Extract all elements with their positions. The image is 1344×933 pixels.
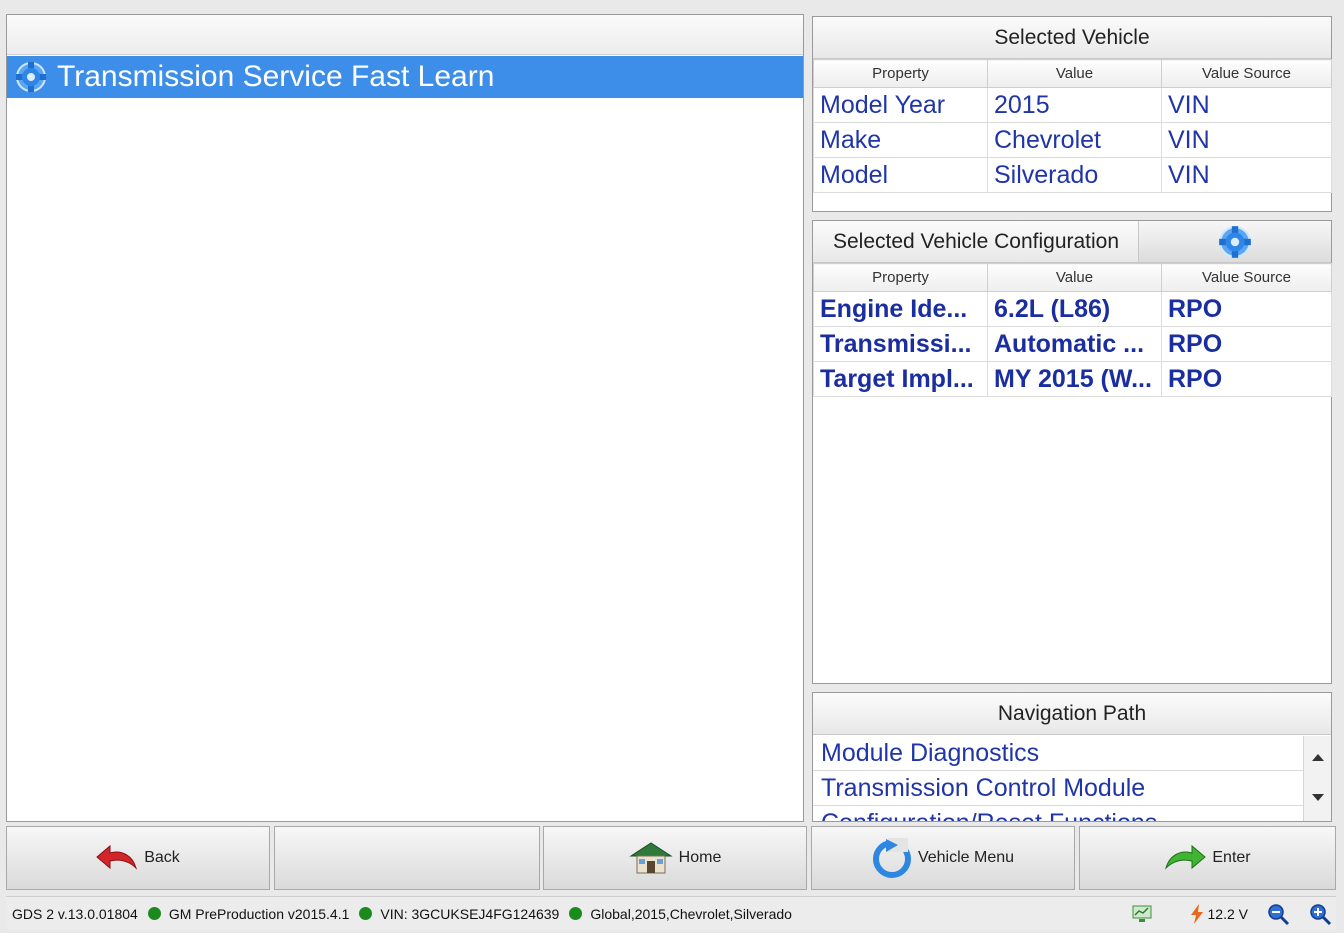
cell-property: Model [813, 157, 988, 193]
status-tray: 12.2 V [1114, 897, 1332, 931]
vehicle-menu-label: Vehicle Menu [917, 849, 1015, 866]
voltage-value: 12.2 V [1207, 906, 1248, 922]
cell-source: RPO [1161, 326, 1332, 362]
panel-title: Selected Vehicle [813, 17, 1331, 59]
column-header-property[interactable]: Property [813, 263, 988, 292]
vehicle-configuration-table: Property Value Value Source Engine Ide..… [813, 263, 1332, 397]
function-list: Transmission Service Fast Learn [6, 14, 804, 822]
cell-source: RPO [1161, 361, 1332, 397]
connection-icon[interactable] [1132, 905, 1152, 923]
navigation-path-scrollbar[interactable] [1303, 736, 1331, 821]
edit-configuration-button[interactable] [1139, 221, 1331, 262]
column-header-property[interactable]: Property [813, 59, 988, 88]
home-button[interactable]: Home [543, 826, 807, 890]
cell-value: 6.2L (L86) [987, 291, 1162, 327]
panel-title: Selected Vehicle Configuration [813, 221, 1139, 262]
status-indicator-icon [569, 907, 583, 920]
cell-source: VIN [1161, 157, 1332, 193]
configuration-title-row: Selected Vehicle Configuration [813, 221, 1331, 263]
table-header-row: Property Value Value Source [813, 263, 1332, 292]
status-vin: VIN: 3GCUKSEJ4FG124639 [380, 905, 560, 922]
table-row: Engine Ide... 6.2L (L86) RPO [813, 291, 1332, 327]
table-row: Model Silverado VIN [813, 157, 1332, 193]
cell-property: Transmissi... [813, 326, 988, 362]
column-header-value-source[interactable]: Value Source [1161, 263, 1332, 292]
table-row: Model Year 2015 VIN [813, 87, 1332, 123]
cell-source: VIN [1161, 87, 1332, 123]
cell-value: Automatic ... [987, 326, 1162, 362]
zoom-out-icon[interactable] [1266, 902, 1290, 926]
enter-button[interactable]: Enter [1079, 826, 1336, 890]
column-header-value-source[interactable]: Value Source [1161, 59, 1332, 88]
nav-path-item[interactable]: Transmission Control Module [813, 771, 1303, 806]
back-label: Back [144, 849, 180, 866]
panel-title: Navigation Path [813, 693, 1331, 735]
zoom-in-icon[interactable] [1308, 902, 1332, 926]
status-version: GDS 2 v.13.0.01804 [12, 905, 138, 922]
back-arrow-icon [96, 844, 138, 870]
cell-property: Engine Ide... [813, 291, 988, 327]
selected-vehicle-panel: Selected Vehicle Property Value Value So… [812, 16, 1332, 212]
lightning-icon [1190, 904, 1203, 924]
status-indicator-icon [147, 907, 161, 920]
status-indicator-icon [359, 907, 373, 920]
table-header-row: Property Value Value Source [813, 59, 1332, 88]
refresh-icon [872, 838, 911, 878]
cell-property: Make [813, 122, 988, 158]
function-list-header [7, 15, 803, 55]
column-header-value[interactable]: Value [987, 263, 1162, 292]
cell-source: RPO [1161, 291, 1332, 327]
table-row: Transmissi... Automatic ... RPO [813, 326, 1332, 362]
list-item-label: Transmission Service Fast Learn [57, 60, 495, 93]
gear-icon [16, 62, 46, 92]
battery-voltage: 12.2 V [1190, 904, 1248, 924]
navigation-path-panel: Navigation Path Module Diagnostics Trans… [812, 692, 1332, 822]
status-vehicle: Global,2015,Chevrolet,Silverado [590, 905, 792, 922]
status-environment: GM PreProduction v2015.4.1 [168, 905, 350, 922]
back-button[interactable]: Back [6, 826, 270, 890]
home-label: Home [678, 849, 722, 866]
nav-path-item[interactable]: Module Diagnostics [813, 736, 1303, 771]
selected-vehicle-table: Property Value Value Source Model Year 2… [813, 59, 1332, 193]
scroll-down-icon[interactable] [1312, 794, 1324, 801]
home-icon [628, 842, 673, 874]
cell-value: Silverado [987, 157, 1162, 193]
table-row: Target Impl... MY 2015 (W... RPO [813, 361, 1332, 397]
navigation-path-list: Module Diagnostics Transmission Control … [813, 736, 1303, 821]
cell-property: Model Year [813, 87, 988, 123]
forward-arrow-icon [1165, 844, 1207, 870]
cell-property: Target Impl... [813, 361, 988, 397]
cell-source: VIN [1161, 122, 1332, 158]
vehicle-configuration-panel: Selected Vehicle Configuration Property … [812, 220, 1332, 684]
button-bar: Back Home Vehicle Menu Enter [6, 826, 1336, 890]
cell-value: Chevrolet [987, 122, 1162, 158]
nav-path-item[interactable]: Configuration/Reset Functions [813, 806, 1303, 821]
scroll-up-icon[interactable] [1312, 754, 1324, 761]
vehicle-menu-button[interactable]: Vehicle Menu [811, 826, 1075, 890]
list-item-transmission-service-fast-learn[interactable]: Transmission Service Fast Learn [7, 56, 803, 98]
enter-label: Enter [1212, 849, 1251, 866]
column-header-value[interactable]: Value [987, 59, 1162, 88]
cell-value: 2015 [987, 87, 1162, 123]
gear-icon [1219, 225, 1251, 258]
table-row: Make Chevrolet VIN [813, 122, 1332, 158]
status-bar: GDS 2 v.13.0.01804 GM PreProduction v201… [6, 896, 1336, 930]
gds2-window: Transmission Service Fast Learn Selected… [0, 0, 1344, 933]
cell-value: MY 2015 (W... [987, 361, 1162, 397]
blank-button[interactable] [274, 826, 540, 890]
